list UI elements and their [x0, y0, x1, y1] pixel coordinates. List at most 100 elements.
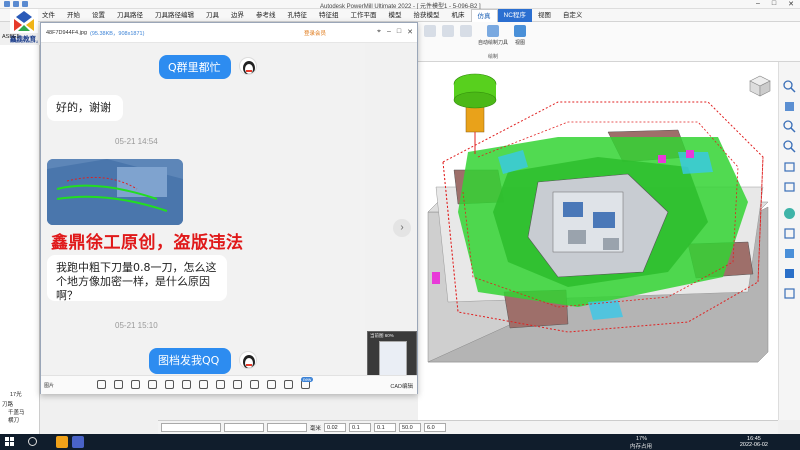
chat-bubble-left: 我跑中粗下刀量0.8一刀，怎么这个地方像加密一样，是什么原因啊？ — [47, 255, 227, 302]
avatar — [239, 57, 257, 75]
cube-shaded-icon[interactable] — [783, 247, 796, 260]
avatar — [239, 351, 257, 369]
powermill-taskbar-icon[interactable] — [56, 436, 68, 448]
close-icon[interactable]: ✕ — [407, 28, 413, 36]
zoom-in-icon[interactable] — [131, 380, 140, 389]
delete-icon[interactable] — [216, 380, 225, 389]
cube-outline-icon[interactable] — [783, 287, 796, 300]
tab-capture-model[interactable]: 拾获模型 — [408, 9, 446, 22]
tab-model[interactable]: 模型 — [383, 9, 408, 22]
level-field[interactable] — [267, 423, 307, 432]
tab-setup[interactable]: 设置 — [86, 9, 111, 22]
stepover-field[interactable]: 6.0 — [424, 423, 447, 432]
workplane-field[interactable] — [224, 423, 264, 432]
stock-icon[interactable] — [442, 25, 454, 37]
cube-blue-icon[interactable] — [783, 267, 796, 280]
windows-start-icon[interactable] — [5, 437, 14, 446]
image-preview — [47, 159, 183, 225]
diameter-field[interactable]: 50.0 — [399, 423, 422, 432]
print-icon[interactable] — [233, 380, 242, 389]
status-toolbar: 毫米 0.02 0.1 0.1 50.0 6.0 — [158, 420, 778, 434]
selector-field[interactable] — [161, 423, 221, 432]
tab-view[interactable]: 视图 — [532, 9, 557, 22]
tab-feature-group[interactable]: 特征组 — [313, 9, 345, 22]
cpu-usage-label: 内存占用 — [630, 444, 653, 450]
viewer-taskbar-icon[interactable] — [72, 436, 84, 448]
tab-nc-program[interactable]: NC程序 — [497, 8, 532, 22]
vip-login-link[interactable]: 登录会员 — [304, 29, 326, 37]
quick-access-toolbar — [0, 1, 28, 7]
stock-field[interactable]: 0.1 — [349, 423, 372, 432]
logo-mark-icon — [10, 9, 38, 33]
system-clock[interactable]: 16:45 2022-06-02 — [740, 436, 768, 448]
zoom-in-icon[interactable] — [783, 120, 796, 133]
maximize-icon[interactable]: □ — [397, 28, 401, 36]
tab-tool[interactable]: 刀具 — [200, 9, 225, 22]
help-icon[interactable] — [97, 380, 106, 389]
view-button[interactable]: 视图 — [514, 25, 526, 59]
search-icon[interactable] — [28, 437, 37, 446]
top-view-icon[interactable] — [783, 180, 796, 193]
minimize-icon[interactable]: – — [756, 0, 760, 8]
cad-edit-button[interactable]: CAD编辑 — [390, 382, 413, 390]
auto-draw-tool-label: 自动绘制刀具 — [478, 40, 509, 46]
viewer-header: 48F7D944F4.jpg (95.38KB，908x1871) 登录会员 ⌖… — [41, 23, 417, 43]
ribbon-group-caption: 绘制 — [488, 54, 499, 60]
close-icon[interactable]: ✕ — [788, 0, 794, 8]
tree-item[interactable]: 千盖马 — [8, 408, 25, 416]
undo-icon[interactable] — [13, 1, 19, 7]
maximize-icon[interactable]: □ — [772, 0, 776, 8]
iso-view-icon[interactable] — [783, 160, 796, 173]
zoom-out-icon[interactable] — [148, 380, 157, 389]
tab-boundary[interactable]: 边界 — [225, 9, 250, 22]
tree-item[interactable]: 横刀 — [8, 416, 19, 424]
graphics-viewport[interactable] — [418, 62, 778, 420]
ribbon-faded-buttons — [424, 25, 436, 59]
minimize-icon[interactable]: – — [387, 28, 391, 36]
tab-home[interactable]: 开始 — [61, 9, 86, 22]
next-image-button[interactable]: › — [393, 219, 411, 237]
fit-icon[interactable] — [114, 380, 123, 389]
thumbnail-navigator[interactable]: 当前图 60% — [367, 331, 417, 375]
tree-item[interactable]: ASBE5 — [2, 34, 20, 40]
rotate-left-icon[interactable] — [165, 380, 174, 389]
image-canvas[interactable]: Q群里都忙 好的，谢谢 05-21 14:54 我跑中粗下刀量0.8一刀，怎么这… — [41, 43, 417, 375]
thickness-field[interactable]: 0.1 — [374, 423, 397, 432]
zoom-icon[interactable] — [783, 80, 796, 93]
text-icon[interactable] — [267, 380, 276, 389]
copy-icon[interactable] — [250, 380, 259, 389]
pin-icon[interactable]: ⌖ — [377, 28, 381, 36]
tree-item[interactable]: 刀路 — [2, 400, 13, 408]
chat-image-message[interactable] — [47, 159, 183, 225]
tab-toolpath-edit[interactable]: 刀具路径编辑 — [149, 9, 200, 22]
thumbnail-caption: 当前图 60% — [370, 333, 394, 338]
tab-machine[interactable]: 机床 — [446, 9, 471, 22]
toolpath-icon[interactable] — [424, 25, 436, 37]
shaded-icon[interactable] — [783, 207, 796, 220]
image-viewer-window[interactable]: 48F7D944F4.jpg (95.38KB，908x1871) 登录会员 ⌖… — [40, 22, 418, 394]
tolerance-field[interactable]: 0.02 — [324, 423, 347, 432]
share-icon[interactable] — [284, 380, 293, 389]
holder-icon[interactable] — [460, 25, 472, 37]
model-render — [427, 73, 769, 363]
tab-workplane[interactable]: 工作平面 — [345, 9, 383, 22]
tab-reference[interactable]: 参考线 — [250, 9, 282, 22]
tab-simulation[interactable]: 仿真 — [470, 8, 498, 22]
viewer-tool-icons — [97, 380, 310, 389]
pan-icon[interactable] — [783, 100, 796, 113]
crop-icon[interactable] — [199, 380, 208, 389]
unit-label: 毫米 — [310, 425, 322, 432]
save-icon[interactable] — [4, 1, 10, 7]
tab-hole-feature[interactable]: 孔特征 — [282, 9, 314, 22]
tree-item[interactable]: 17光 — [10, 390, 22, 398]
viewer-filesize: (95.38KB，908x1871) — [89, 30, 145, 37]
redo-icon[interactable] — [22, 1, 28, 7]
view-cube[interactable] — [748, 74, 772, 98]
tab-customize[interactable]: 自定义 — [557, 9, 589, 22]
auto-draw-tool-icon — [487, 25, 499, 37]
zoom-out-icon[interactable] — [783, 140, 796, 153]
rotate-right-icon[interactable] — [182, 380, 191, 389]
logo-pinyin: XINDING JIAOYU — [10, 40, 39, 44]
wireframe-icon[interactable] — [783, 227, 796, 240]
tab-toolpaths[interactable]: 刀具路径 — [111, 9, 149, 22]
